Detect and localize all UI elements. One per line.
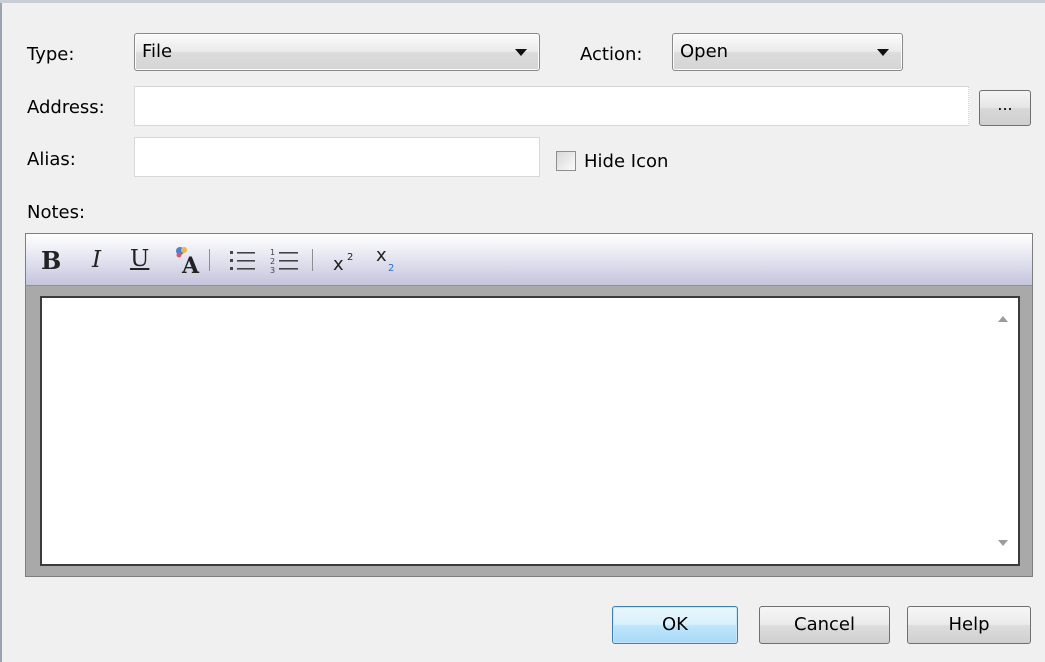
svg-text:x: x (376, 246, 387, 266)
address-field[interactable] (134, 86, 969, 126)
cancel-button[interactable]: Cancel (759, 606, 890, 644)
notes-label: Notes: (27, 202, 86, 223)
window-top-edge (0, 0, 1045, 3)
underline-button[interactable]: U (130, 246, 149, 272)
chevron-down-icon (877, 49, 889, 56)
address-label: Address: (27, 97, 105, 118)
vertical-scrollbar[interactable] (988, 298, 1018, 564)
notes-textarea[interactable] (40, 296, 1020, 566)
type-label: Type: (27, 44, 75, 65)
alias-field[interactable] (134, 137, 540, 177)
scroll-down-arrow-icon[interactable] (998, 540, 1008, 546)
italic-button[interactable]: I (92, 247, 101, 273)
toolbar-separator (209, 249, 210, 271)
type-value: File (142, 41, 173, 62)
ok-button[interactable]: OK (612, 606, 738, 644)
type-dropdown[interactable]: File (134, 33, 540, 71)
notes-editor: B I U A 1 2 3 x 2 x 2 (25, 233, 1033, 577)
action-value: Open (680, 41, 729, 62)
svg-text:2: 2 (388, 263, 394, 274)
svg-text:A: A (181, 253, 200, 277)
numbered-list-icon[interactable]: 1 2 3 (270, 247, 300, 275)
scroll-up-arrow-icon[interactable] (998, 316, 1008, 322)
hyperlink-dialog: Type: File Action: Open Address: ... Ali… (0, 0, 1045, 662)
action-dropdown[interactable]: Open (672, 33, 903, 71)
svg-text:1: 1 (270, 248, 275, 257)
svg-text:3: 3 (270, 266, 275, 275)
help-button[interactable]: Help (907, 606, 1031, 644)
svg-text:x: x (333, 254, 344, 274)
bold-button[interactable]: B (41, 246, 61, 275)
toolbar-separator (312, 249, 313, 271)
alias-label: Alias: (27, 149, 76, 170)
browse-button[interactable]: ... (979, 90, 1031, 126)
hide-icon-label[interactable]: Hide Icon (584, 152, 668, 172)
superscript-icon[interactable]: x 2 (332, 248, 360, 275)
svg-text:2: 2 (270, 257, 275, 266)
window-edge (0, 0, 2, 662)
hide-icon-checkbox[interactable] (556, 151, 576, 171)
font-color-icon[interactable]: A (170, 245, 202, 279)
bullet-list-icon[interactable] (229, 248, 257, 274)
svg-text:2: 2 (347, 252, 353, 263)
editor-toolbar: B I U A 1 2 3 x 2 x 2 (26, 234, 1032, 286)
subscript-icon[interactable]: x 2 (375, 245, 403, 274)
chevron-down-icon (515, 49, 527, 56)
action-label: Action: (580, 44, 643, 65)
